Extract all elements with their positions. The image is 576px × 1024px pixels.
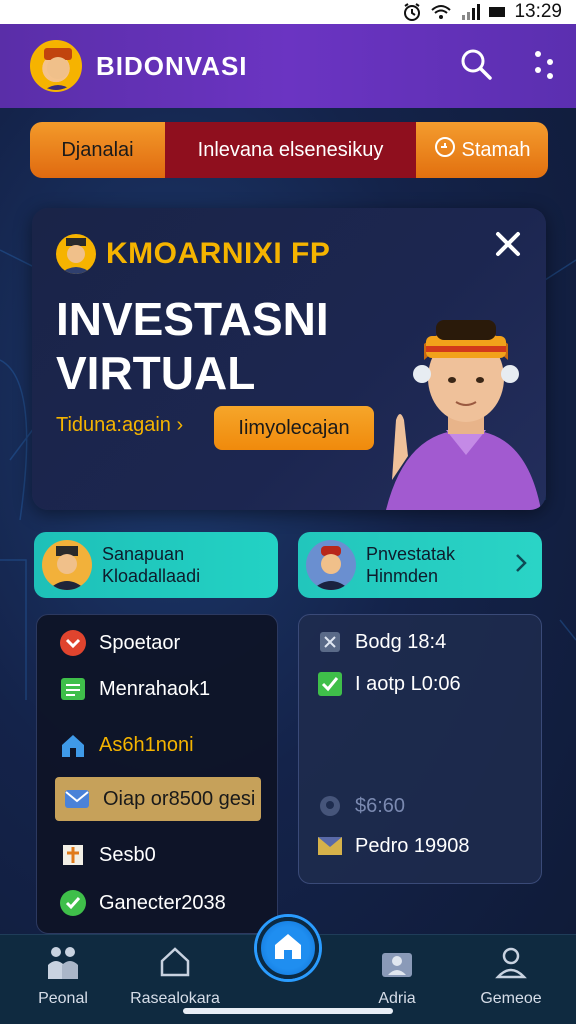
avatar	[56, 234, 96, 274]
list-item[interactable]: Sesb0	[59, 841, 156, 869]
battery-icon	[488, 5, 506, 19]
home-button[interactable]	[257, 917, 319, 979]
search-icon[interactable]	[458, 46, 494, 87]
shortcut-card-left[interactable]: Sanapuan Kloadallaadi	[34, 532, 278, 598]
info-item-label: Bodg 18:4	[355, 630, 447, 653]
list-item-label: As6h1noni	[99, 733, 194, 756]
tab-stamah-label: Stamah	[461, 138, 531, 161]
shortcut-card-right-line1: Pnvestatak	[366, 544, 456, 564]
list-item-label: Sesb0	[99, 843, 156, 866]
status-time: 13:29	[514, 1, 562, 22]
hero-cta-button[interactable]: Iimyolecajan	[214, 406, 374, 450]
nav-item-peonal[interactable]: Peonal	[8, 945, 118, 1008]
envelope-icon	[63, 785, 91, 813]
hero-subtitle: KMOARNIXI FP	[106, 237, 331, 270]
list-item[interactable]: As6h1noni	[59, 731, 194, 759]
check-circle-icon	[59, 889, 87, 917]
info-item-label: $6:60	[355, 794, 406, 817]
shortcut-card-left-line1: Sanapuan	[102, 544, 185, 564]
mail-icon	[317, 833, 343, 859]
close-icon[interactable]	[492, 228, 524, 260]
shortcut-card-right-line2: Hinmden	[366, 566, 439, 586]
tab-bar: Djanalai Inlevana elsenesikuy Stamah	[30, 122, 548, 178]
house-outline-icon	[158, 945, 192, 984]
list-item-selected[interactable]: Oiap or8500 gesi	[55, 777, 261, 821]
info-item[interactable]: $6:60	[317, 793, 405, 819]
info-item[interactable]: Pedro 19908	[317, 833, 470, 859]
hero-title-line1: INVESTASNI	[56, 293, 329, 345]
list-item-label: Oiap or8500 gesi	[103, 787, 256, 810]
info-item[interactable]: Bodg 18:4	[317, 629, 446, 655]
clock-icon	[434, 136, 456, 164]
avatar	[42, 540, 92, 590]
bottom-navigation: Peonal Rasealokara Adria Gemeoe	[0, 917, 576, 1024]
nav-label: Adria	[378, 990, 416, 1007]
nav-label: Peonal	[38, 990, 88, 1007]
nav-item-adria[interactable]: Adria	[342, 945, 452, 1008]
hero-link[interactable]: Tiduna:again ›	[56, 414, 183, 437]
app-title: BIDONVASI	[96, 50, 248, 81]
nav-label: Gemeoe	[480, 990, 542, 1007]
list-item-label: Menrahaok1	[99, 677, 211, 700]
list-item[interactable]: Menrahaok1	[59, 675, 210, 703]
tab-stamah[interactable]: Stamah	[416, 122, 548, 178]
status-bar: 13:29	[0, 0, 576, 24]
info-panel: Bodg 18:4 I aotp L0:06 $6:60 Pedro 19908	[298, 614, 542, 884]
nav-item-rasealokara[interactable]: Rasealokara	[120, 945, 230, 1008]
user-icon	[494, 945, 528, 984]
chevron-down-circle-icon	[59, 629, 87, 657]
alarm-icon	[402, 2, 422, 22]
checkbox-icon	[317, 671, 343, 697]
tab-inlevana[interactable]: Inlevana elsenesikuy	[165, 122, 416, 178]
list-item[interactable]: Spoetaor	[59, 629, 180, 657]
signal-icon	[460, 3, 481, 21]
profile-card-icon	[380, 945, 414, 984]
list-item-label: Ganecter2038	[99, 891, 226, 914]
document-green-icon	[59, 675, 87, 703]
avatar[interactable]	[30, 40, 82, 92]
hero-link-label: Tiduna:again	[56, 414, 171, 436]
nav-item-gemeoe[interactable]: Gemeoe	[456, 945, 566, 1008]
home-icon	[273, 932, 303, 965]
home-indicator	[183, 1008, 393, 1014]
people-icon	[45, 945, 81, 984]
hero-title: INVESTASNI VIRTUAL	[56, 292, 329, 400]
info-item-label: I aotp L0:06	[355, 672, 461, 695]
shortcut-card-left-line2: Kloadallaadi	[102, 566, 201, 586]
app-header: BIDONVASI	[0, 24, 576, 108]
info-item[interactable]: I aotp L0:06	[317, 671, 461, 697]
list-item-label: Spoetaor	[99, 631, 181, 654]
chevron-right-icon	[514, 552, 528, 579]
location-icon	[317, 793, 343, 819]
nav-label: Rasealokara	[130, 990, 220, 1007]
wifi-icon	[430, 3, 452, 21]
menu-list: Spoetaor Menrahaok1 As6h1noni Oiap or850…	[36, 614, 278, 934]
tab-djanalai[interactable]: Djanalai	[30, 122, 165, 178]
sprite-icon	[317, 629, 343, 655]
list-item[interactable]: Ganecter2038	[59, 889, 226, 917]
hero-banner: KMOARNIXI FP INVESTASNI VIRTUAL Tiduna:a…	[32, 208, 546, 510]
shortcut-card-right[interactable]: Pnvestatak Hinmden	[298, 532, 542, 598]
hero-title-line2: VIRTUAL	[56, 347, 256, 399]
mascot-illustration	[386, 320, 541, 510]
avatar	[306, 540, 356, 590]
cross-icon	[59, 841, 87, 869]
info-item-label: Pedro 19908	[355, 834, 470, 857]
chevron-right-icon: ›	[176, 414, 184, 436]
more-options-icon[interactable]	[532, 48, 556, 85]
home-icon	[59, 731, 87, 759]
